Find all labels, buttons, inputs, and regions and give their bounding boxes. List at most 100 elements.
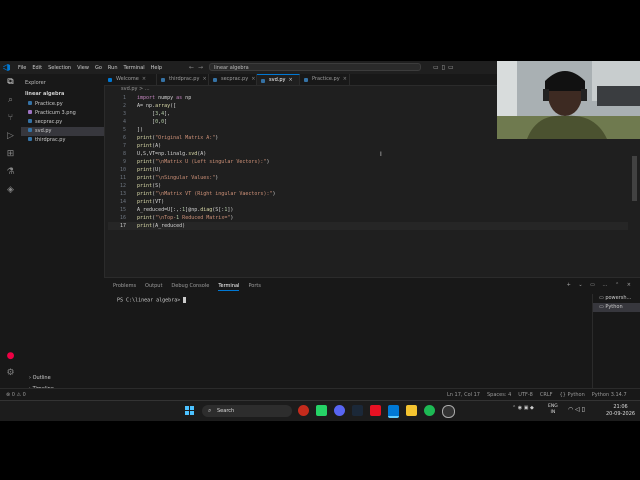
line-number: 12 [119, 183, 126, 189]
code-text: print("\nSingular Values:") [137, 175, 219, 181]
system-tray-icons[interactable]: ⌃ ◉ ▣ ◆ [512, 405, 534, 411]
encoding[interactable]: UTF-8 [518, 392, 533, 398]
tab-problems[interactable]: Problems [113, 283, 136, 291]
file-explorer-icon[interactable] [406, 405, 417, 416]
tab-welcome[interactable]: Welcome × [104, 74, 157, 85]
tab-practice[interactable]: Practice.py × [300, 74, 350, 85]
code-text: U,S,VT=np.linalg.svd(A) [137, 151, 207, 157]
panel-actions-icon[interactable]: + ⌄ ▭ … ⌃ × [567, 282, 634, 288]
file-item[interactable]: Practicum 3.png [21, 109, 104, 118]
code-line[interactable]: 8 U,S,VT=np.linalg.svd(A) [108, 150, 628, 158]
tab-terminal[interactable]: Terminal [218, 283, 240, 291]
code-line[interactable]: 12 print(S) [108, 182, 628, 190]
tab-secprac[interactable]: secprac.py × [209, 74, 257, 85]
code-line[interactable]: 14 print(VT) [108, 198, 628, 206]
menu-view[interactable]: View [77, 65, 89, 71]
indentation[interactable]: Spaces: 4 [487, 392, 511, 398]
line-number: 16 [119, 215, 126, 221]
line-number: 8 [122, 151, 126, 157]
spotify-icon[interactable] [424, 405, 435, 416]
line-ending[interactable]: CRLF [540, 392, 553, 398]
workspace-folder[interactable]: linear algebra [25, 91, 64, 97]
close-icon[interactable]: × [251, 76, 255, 82]
python-version[interactable]: Python 3.14.7 [592, 392, 627, 398]
file-item[interactable]: svd.py [21, 127, 104, 136]
close-icon[interactable]: × [288, 77, 292, 83]
taskbar-search[interactable]: ⌕ Search [202, 405, 292, 417]
vscode-icon[interactable] [388, 405, 399, 418]
menu-help[interactable]: Help [151, 65, 162, 71]
code-text: print(A) [137, 143, 162, 149]
settings-gear-icon[interactable]: ⚙ [5, 368, 16, 379]
breadcrumb[interactable]: svd.py > ... [121, 86, 150, 92]
code-line[interactable]: 15 A_reduced=U[:,:1]@np.diag(S[:1]) [108, 206, 628, 214]
explorer-icon[interactable]: ⧉ [5, 77, 16, 88]
network-volume-battery-icon[interactable]: ◠ ◁ ▯ [568, 406, 585, 413]
discord-icon[interactable] [334, 405, 345, 416]
close-icon[interactable]: × [142, 76, 146, 82]
account-icon[interactable]: ● [5, 351, 16, 362]
line-number: 2 [122, 103, 126, 109]
code-line[interactable]: 16 print("\nTop-1 Reduced Matrix=") [108, 214, 628, 222]
tab-ports[interactable]: Ports [248, 283, 261, 291]
code-line[interactable]: 9 print("\nMatrix U (Left singular Vector… [108, 158, 628, 166]
search-icon: ⌕ [208, 407, 212, 414]
cursor-position[interactable]: Ln 17, Col 17 [447, 392, 480, 398]
testing-icon[interactable]: ⚗ [5, 167, 16, 178]
code-line[interactable]: 13 print("\nMatrix VT (Right ingular Vaec… [108, 190, 628, 198]
windows-start-icon[interactable] [185, 406, 195, 416]
close-icon[interactable]: × [202, 76, 206, 82]
command-center-search[interactable]: linear algebra [209, 63, 421, 71]
python-file-icon [28, 128, 32, 132]
extensions-icon[interactable]: ⊞ [5, 149, 16, 160]
panel-tabs: Problems Output Debug Console Terminal P… [113, 283, 261, 291]
clock[interactable]: 21:06 20-09-2026 [606, 404, 635, 418]
run-debug-icon[interactable]: ▷ [5, 131, 16, 142]
tab-output[interactable]: Output [145, 283, 162, 291]
code-line[interactable]: 11 print("\nSingular Values:") [108, 174, 628, 182]
python-file-icon [213, 78, 217, 82]
app-icon[interactable] [298, 405, 309, 416]
terminal-item[interactable]: ▭ powersh... [593, 294, 640, 303]
code-text: print(U) [137, 167, 162, 173]
language-indicator[interactable]: ENG IN [548, 404, 558, 416]
editor-scrollbar[interactable] [632, 156, 637, 201]
menu-terminal[interactable]: Terminal [124, 65, 145, 71]
line-number: 5 [122, 127, 126, 133]
code-text: import numpy as np [137, 95, 192, 101]
code-line[interactable]: 17 print(A_reduced) [108, 222, 628, 230]
menu-edit[interactable]: Edit [32, 65, 42, 71]
menu-bar: File Edit Selection View Go Run Terminal… [18, 65, 162, 71]
source-control-icon[interactable]: ⑂ [5, 113, 16, 124]
menu-selection[interactable]: Selection [48, 65, 71, 71]
code-text: ]) [137, 127, 144, 133]
nav-arrows[interactable]: ←→ [189, 64, 207, 71]
python-file-icon [28, 137, 32, 141]
tab-thirdprac[interactable]: thirdprac.py × [157, 74, 209, 85]
menu-run[interactable]: Run [108, 65, 118, 71]
menu-file[interactable]: File [18, 65, 26, 71]
language-mode[interactable]: {} Python [560, 392, 585, 398]
python-icon[interactable]: ◈ [5, 185, 16, 196]
search-icon[interactable]: ⌕ [5, 95, 16, 106]
problems-status[interactable]: ⊗ 0 ⚠ 0 [6, 392, 26, 398]
office-icon[interactable] [370, 405, 381, 416]
menu-go[interactable]: Go [95, 65, 102, 71]
layout-controls-icon[interactable]: ▭▯▭ [433, 64, 457, 71]
mouse-cursor-icon: I [380, 151, 382, 158]
steam-icon[interactable] [352, 405, 363, 416]
tab-debug-console[interactable]: Debug Console [171, 283, 209, 291]
file-item[interactable]: Practice.py [21, 100, 104, 109]
file-item[interactable]: secprac.py [21, 118, 104, 127]
status-bar: ⊗ 0 ⚠ 0 Ln 17, Col 17 Spaces: 4 UTF-8 CR… [0, 388, 640, 400]
outline-section[interactable]: › Outline [29, 375, 51, 381]
terminal-item[interactable]: ▭ Python [593, 303, 640, 312]
whatsapp-icon[interactable] [316, 405, 327, 416]
close-icon[interactable]: × [343, 76, 347, 82]
terminal-prompt[interactable]: PS C:\linear algebra> [117, 297, 187, 304]
tab-svd[interactable]: svd.py × [257, 74, 300, 85]
file-item[interactable]: thirdprac.py [21, 136, 104, 145]
code-line[interactable]: 10 print(U) [108, 166, 628, 174]
obs-icon[interactable] [442, 405, 455, 418]
code-line[interactable]: 7 print(A) [108, 142, 628, 150]
